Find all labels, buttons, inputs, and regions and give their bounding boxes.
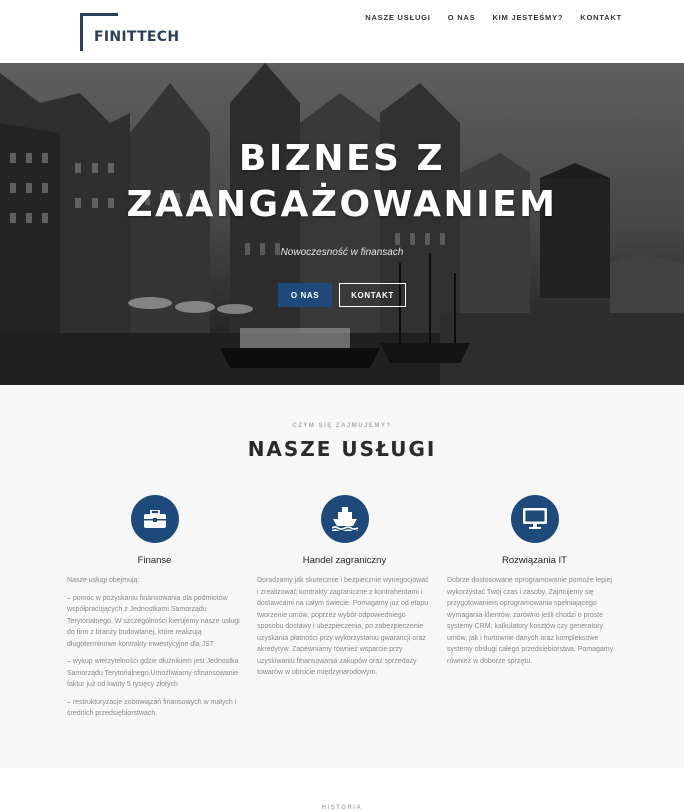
service-title: Finanse [137,555,172,566]
services-title: NASZE USŁUGI [247,437,437,461]
hero-buttons: O NAS KONTAKT [0,283,684,307]
service-it-solutions: Rozwiązania IT Dobrze dostosowane oprogr… [447,495,622,673]
hero-subtitle: Nowoczesność w finansach [280,247,404,258]
hero-title: BIZNES Z ZAANGAŻOWANIEM [0,136,684,228]
service-paragraph: – pomoc w pozyskaniu finansowania dla po… [67,594,240,648]
hero-banner: BIZNES Z ZAANGAŻOWANIEM Nowoczesność w f… [0,63,684,385]
monitor-icon [510,495,559,543]
nav-item-contact[interactable]: KONTAKT [580,13,622,22]
service-paragraph: – wykup wierzytelności gdzie dłużnikiem … [67,658,239,688]
ship-icon [320,495,369,543]
service-foreign-trade: Handel zagraniczny Doradzamy jak skutecz… [257,495,432,685]
hero-title-line-2: ZAANGAŻOWANIEM [126,184,558,225]
nav-item-about[interactable]: O NAS [448,13,476,22]
service-finance: Finanse Nasze usługi obejmują: – pomoc w… [67,495,242,726]
service-paragraph: Dobrze dostosowane oprogramowanie pomoże… [447,577,614,665]
service-description: Dobrze dostosowane oprogramowanie pomoże… [447,575,622,667]
nav-item-services[interactable]: NASZE USŁUGI [365,13,430,22]
about-button[interactable]: O NAS [278,283,332,307]
logo[interactable]: FINITTECH [80,13,179,51]
history-eyebrow: HISTORIA [321,805,363,811]
service-title: Handel zagraniczny [302,555,387,566]
service-title: Rozwiązania IT [502,555,567,566]
service-description: Nasze usługi obejmują: – pomoc w pozyska… [67,575,242,720]
service-paragraph: Nasze usługi obejmują: [67,577,140,584]
service-paragraph: Doradzamy jak skutecznie i bezpiecznie w… [257,577,429,676]
services-eyebrow: CZYM SIĘ ZAJMUJEMY? [292,423,392,429]
hero-title-line-1: BIZNES Z [238,138,446,179]
main-nav: NASZE USŁUGI O NAS KIM JESTEŚMY? KONTAKT [365,13,622,22]
briefcase-icon [130,495,179,543]
service-paragraph: – restrukturyzacje zobowiązań finansowyc… [67,698,237,718]
site-header: FINITTECH NASZE USŁUGI O NAS KIM JESTEŚM… [0,0,684,63]
nav-item-who-we-are[interactable]: KIM JESTEŚMY? [492,13,563,22]
logo-text: FINITTECH [94,29,180,45]
service-description: Doradzamy jak skutecznie i bezpiecznie w… [257,575,432,679]
services-section: CZYM SIĘ ZAJMUJEMY? NASZE USŁUGI Finanse… [0,385,684,768]
contact-button[interactable]: KONTAKT [339,283,406,307]
